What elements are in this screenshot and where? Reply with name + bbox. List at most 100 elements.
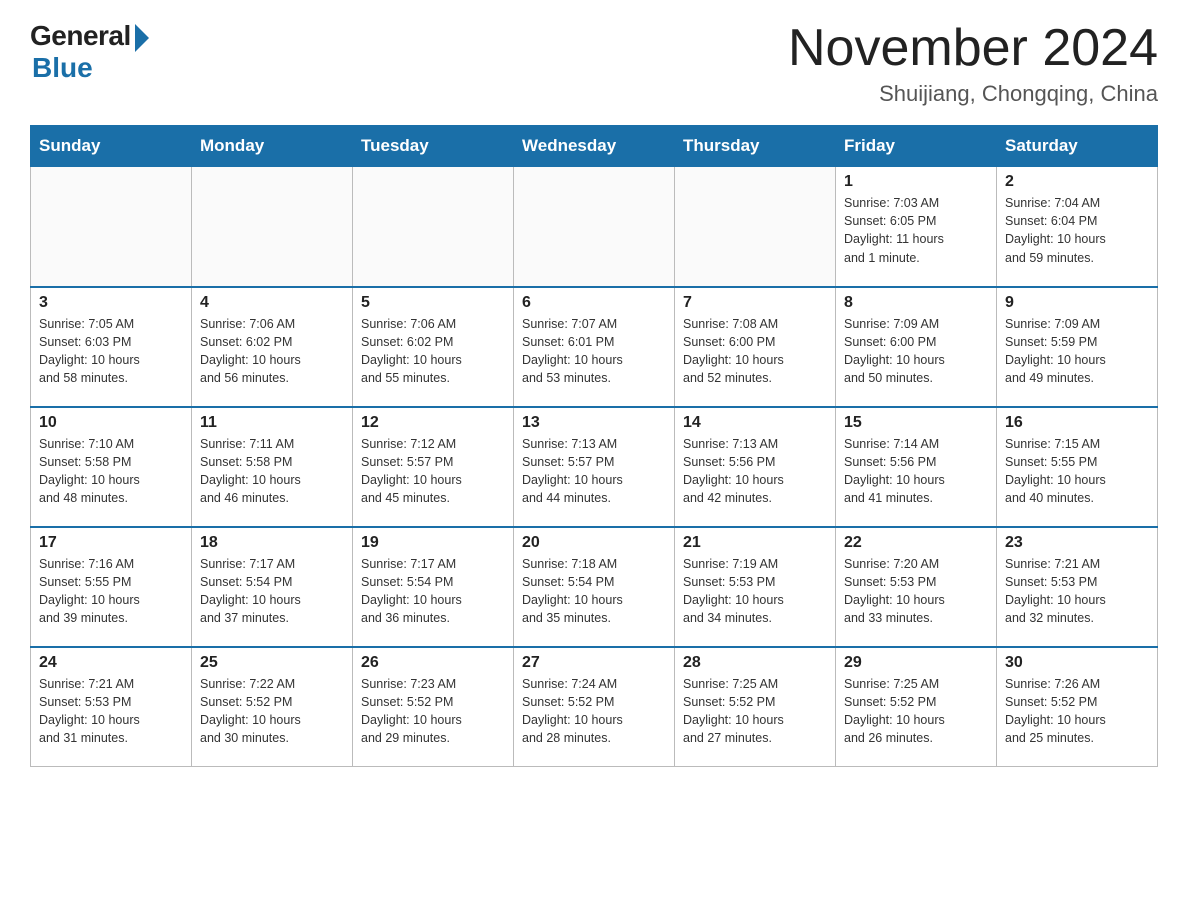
day-info: Sunrise: 7:05 AMSunset: 6:03 PMDaylight:… (39, 315, 183, 388)
calendar-cell: 27 Sunrise: 7:24 AMSunset: 5:52 PMDayligh… (514, 647, 675, 767)
calendar-cell: 20 Sunrise: 7:18 AMSunset: 5:54 PMDayligh… (514, 527, 675, 647)
calendar-cell: 17Sunrise: 7:16 AMSunset: 5:55 PMDayligh… (31, 527, 192, 647)
calendar-cell: 16Sunrise: 7:15 AMSunset: 5:55 PMDayligh… (997, 407, 1158, 527)
day-number: 27 (522, 654, 666, 672)
day-number: 23 (1005, 534, 1149, 552)
day-info: Sunrise: 7:17 AMSunset: 5:54 PMDaylight:… (361, 555, 505, 628)
day-number: 2 (1005, 173, 1149, 191)
day-info: Sunrise: 7:25 AMSunset: 5:52 PMDaylight:… (683, 675, 827, 748)
weekday-header-saturday: Saturday (997, 126, 1158, 167)
day-info: Sunrise: 7:10 AMSunset: 5:58 PMDaylight:… (39, 435, 183, 508)
calendar-cell: 7 Sunrise: 7:08 AMSunset: 6:00 PMDaylight… (675, 287, 836, 407)
calendar-cell: 30 Sunrise: 7:26 AMSunset: 5:52 PMDayligh… (997, 647, 1158, 767)
week-row-4: 17Sunrise: 7:16 AMSunset: 5:55 PMDayligh… (31, 527, 1158, 647)
day-info: Sunrise: 7:03 AMSunset: 6:05 PMDaylight:… (844, 194, 988, 267)
weekday-header-row: SundayMondayTuesdayWednesdayThursdayFrid… (31, 126, 1158, 167)
logo-general-text: General (30, 20, 131, 52)
calendar-cell: 29Sunrise: 7:25 AMSunset: 5:52 PMDayligh… (836, 647, 997, 767)
day-number: 29 (844, 654, 988, 672)
day-info: Sunrise: 7:24 AMSunset: 5:52 PMDaylight:… (522, 675, 666, 748)
location-label: Shuijiang, Chongqing, China (788, 81, 1158, 107)
week-row-5: 24Sunrise: 7:21 AMSunset: 5:53 PMDayligh… (31, 647, 1158, 767)
day-info: Sunrise: 7:12 AMSunset: 5:57 PMDaylight:… (361, 435, 505, 508)
day-number: 7 (683, 294, 827, 312)
title-area: November 2024 Shuijiang, Chongqing, Chin… (788, 20, 1158, 107)
day-number: 12 (361, 414, 505, 432)
day-info: Sunrise: 7:13 AMSunset: 5:57 PMDaylight:… (522, 435, 666, 508)
logo-triangle-icon (135, 24, 149, 52)
calendar-cell: 13Sunrise: 7:13 AMSunset: 5:57 PMDayligh… (514, 407, 675, 527)
logo-blue-text: Blue (32, 52, 93, 84)
calendar-cell: 8 Sunrise: 7:09 AMSunset: 6:00 PMDaylight… (836, 287, 997, 407)
day-number: 14 (683, 414, 827, 432)
day-number: 9 (1005, 294, 1149, 312)
calendar-cell: 12 Sunrise: 7:12 AMSunset: 5:57 PMDayligh… (353, 407, 514, 527)
calendar-cell (353, 167, 514, 287)
weekday-header-thursday: Thursday (675, 126, 836, 167)
calendar-cell: 10Sunrise: 7:10 AMSunset: 5:58 PMDayligh… (31, 407, 192, 527)
day-number: 22 (844, 534, 988, 552)
day-info: Sunrise: 7:20 AMSunset: 5:53 PMDaylight:… (844, 555, 988, 628)
month-title: November 2024 (788, 20, 1158, 77)
calendar-cell (514, 167, 675, 287)
day-info: Sunrise: 7:21 AMSunset: 5:53 PMDaylight:… (39, 675, 183, 748)
week-row-2: 3 Sunrise: 7:05 AMSunset: 6:03 PMDaylight… (31, 287, 1158, 407)
week-row-3: 10Sunrise: 7:10 AMSunset: 5:58 PMDayligh… (31, 407, 1158, 527)
calendar-cell (192, 167, 353, 287)
day-number: 15 (844, 414, 988, 432)
day-info: Sunrise: 7:04 AMSunset: 6:04 PMDaylight:… (1005, 194, 1149, 267)
day-info: Sunrise: 7:14 AMSunset: 5:56 PMDaylight:… (844, 435, 988, 508)
day-info: Sunrise: 7:09 AMSunset: 6:00 PMDaylight:… (844, 315, 988, 388)
day-number: 19 (361, 534, 505, 552)
day-info: Sunrise: 7:11 AMSunset: 5:58 PMDaylight:… (200, 435, 344, 508)
calendar-cell: 25 Sunrise: 7:22 AMSunset: 5:52 PMDayligh… (192, 647, 353, 767)
day-info: Sunrise: 7:13 AMSunset: 5:56 PMDaylight:… (683, 435, 827, 508)
calendar-cell: 9 Sunrise: 7:09 AMSunset: 5:59 PMDaylight… (997, 287, 1158, 407)
day-number: 20 (522, 534, 666, 552)
day-info: Sunrise: 7:26 AMSunset: 5:52 PMDaylight:… (1005, 675, 1149, 748)
day-number: 5 (361, 294, 505, 312)
day-info: Sunrise: 7:07 AMSunset: 6:01 PMDaylight:… (522, 315, 666, 388)
day-number: 6 (522, 294, 666, 312)
day-number: 3 (39, 294, 183, 312)
calendar-cell: 26 Sunrise: 7:23 AMSunset: 5:52 PMDayligh… (353, 647, 514, 767)
day-number: 30 (1005, 654, 1149, 672)
weekday-header-friday: Friday (836, 126, 997, 167)
day-info: Sunrise: 7:15 AMSunset: 5:55 PMDaylight:… (1005, 435, 1149, 508)
day-info: Sunrise: 7:09 AMSunset: 5:59 PMDaylight:… (1005, 315, 1149, 388)
weekday-header-wednesday: Wednesday (514, 126, 675, 167)
day-info: Sunrise: 7:21 AMSunset: 5:53 PMDaylight:… (1005, 555, 1149, 628)
calendar-cell: 3 Sunrise: 7:05 AMSunset: 6:03 PMDaylight… (31, 287, 192, 407)
day-number: 26 (361, 654, 505, 672)
calendar-cell: 21 Sunrise: 7:19 AMSunset: 5:53 PMDayligh… (675, 527, 836, 647)
calendar-cell: 5 Sunrise: 7:06 AMSunset: 6:02 PMDaylight… (353, 287, 514, 407)
day-info: Sunrise: 7:22 AMSunset: 5:52 PMDaylight:… (200, 675, 344, 748)
day-number: 21 (683, 534, 827, 552)
page-header: General Blue November 2024 Shuijiang, Ch… (30, 20, 1158, 107)
calendar-cell: 28 Sunrise: 7:25 AMSunset: 5:52 PMDayligh… (675, 647, 836, 767)
calendar-cell: 4Sunrise: 7:06 AMSunset: 6:02 PMDaylight… (192, 287, 353, 407)
day-info: Sunrise: 7:23 AMSunset: 5:52 PMDaylight:… (361, 675, 505, 748)
calendar-cell: 15 Sunrise: 7:14 AMSunset: 5:56 PMDayligh… (836, 407, 997, 527)
calendar-cell: 24Sunrise: 7:21 AMSunset: 5:53 PMDayligh… (31, 647, 192, 767)
calendar-cell: 23 Sunrise: 7:21 AMSunset: 5:53 PMDayligh… (997, 527, 1158, 647)
calendar-cell: 19 Sunrise: 7:17 AMSunset: 5:54 PMDayligh… (353, 527, 514, 647)
day-number: 25 (200, 654, 344, 672)
day-info: Sunrise: 7:19 AMSunset: 5:53 PMDaylight:… (683, 555, 827, 628)
week-row-1: 1 Sunrise: 7:03 AMSunset: 6:05 PMDaylight… (31, 167, 1158, 287)
calendar-cell: 2 Sunrise: 7:04 AMSunset: 6:04 PMDaylight… (997, 167, 1158, 287)
day-info: Sunrise: 7:08 AMSunset: 6:00 PMDaylight:… (683, 315, 827, 388)
day-number: 4 (200, 294, 344, 312)
day-number: 8 (844, 294, 988, 312)
day-number: 11 (200, 414, 344, 432)
day-number: 1 (844, 173, 988, 191)
day-info: Sunrise: 7:06 AMSunset: 6:02 PMDaylight:… (361, 315, 505, 388)
calendar-cell: 11 Sunrise: 7:11 AMSunset: 5:58 PMDayligh… (192, 407, 353, 527)
weekday-header-sunday: Sunday (31, 126, 192, 167)
day-info: Sunrise: 7:17 AMSunset: 5:54 PMDaylight:… (200, 555, 344, 628)
calendar-cell: 6 Sunrise: 7:07 AMSunset: 6:01 PMDaylight… (514, 287, 675, 407)
day-number: 28 (683, 654, 827, 672)
calendar-cell: 14 Sunrise: 7:13 AMSunset: 5:56 PMDayligh… (675, 407, 836, 527)
weekday-header-monday: Monday (192, 126, 353, 167)
day-info: Sunrise: 7:18 AMSunset: 5:54 PMDaylight:… (522, 555, 666, 628)
